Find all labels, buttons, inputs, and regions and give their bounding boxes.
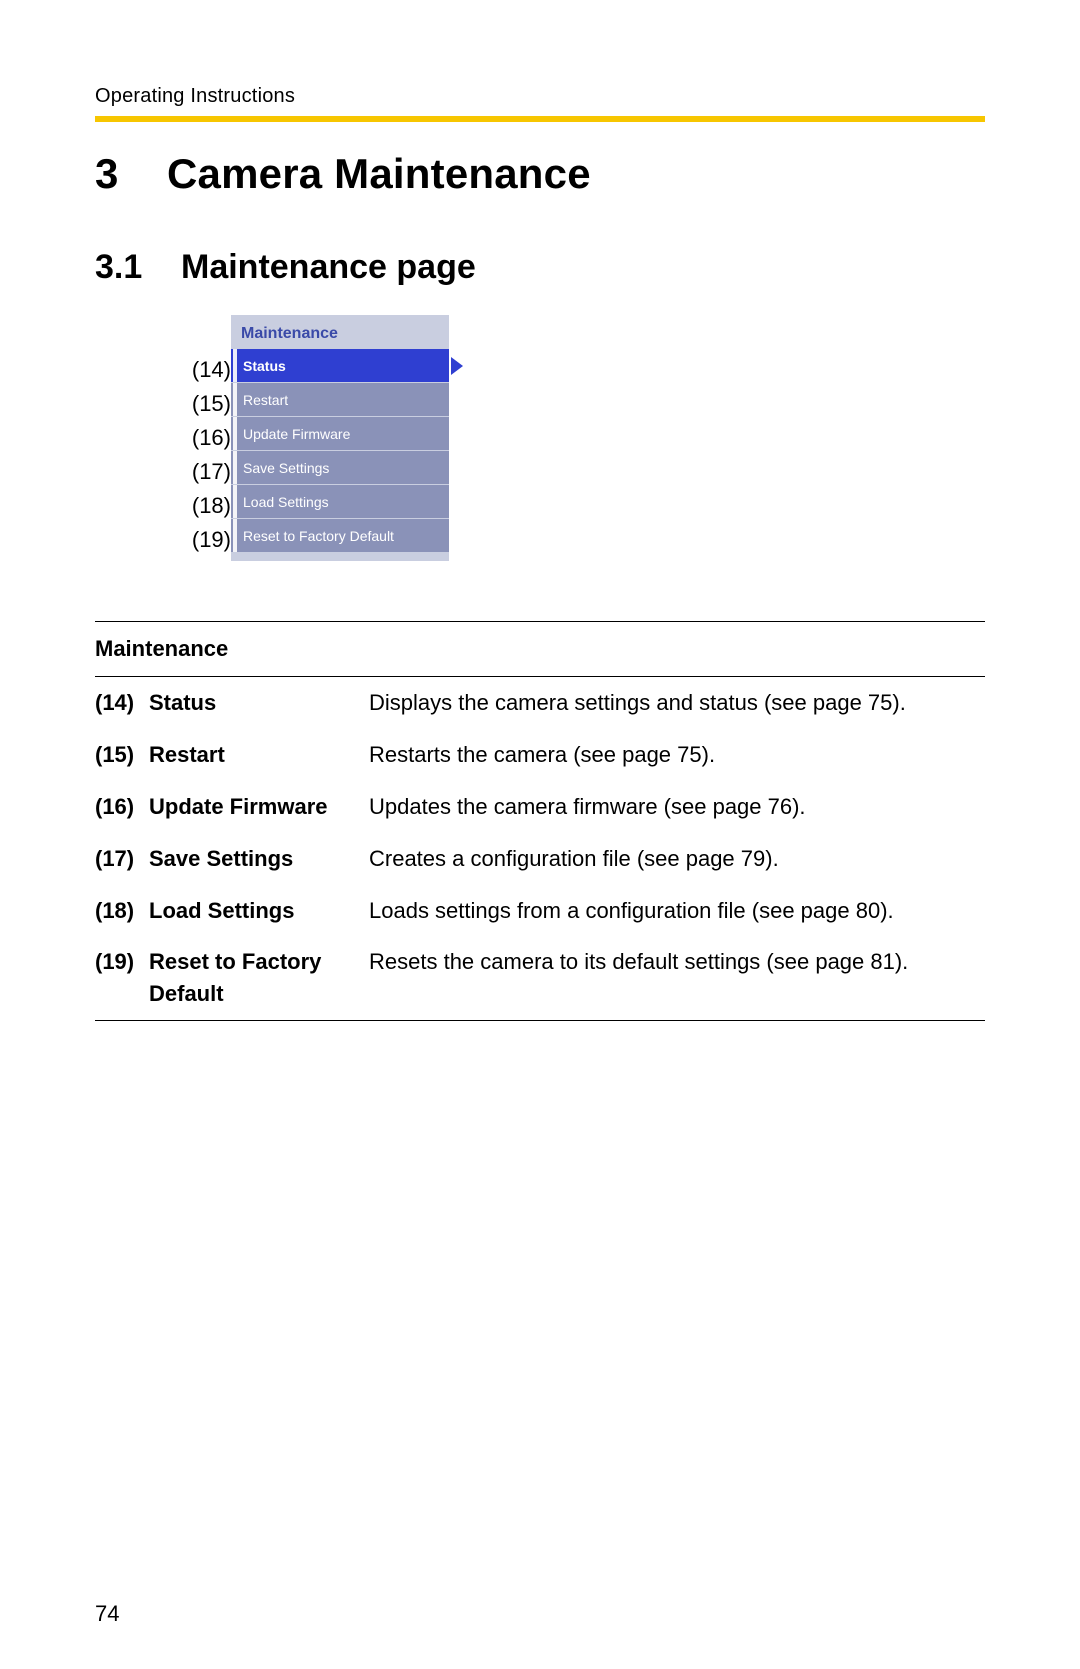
running-head: Operating Instructions: [95, 85, 985, 108]
callout-18: (18): [181, 489, 231, 523]
menu-item-marker: [233, 485, 237, 518]
page-number: 74: [95, 1601, 119, 1627]
menu-item-status[interactable]: Status: [231, 349, 449, 383]
callout-19: (19): [181, 523, 231, 557]
table-row: (14) Status Displays the camera settings…: [95, 677, 985, 729]
callout-16: (16): [181, 421, 231, 455]
row-desc: Creates a configuration file (see page 7…: [369, 843, 985, 875]
menu-item-label: Load Settings: [243, 494, 329, 510]
chapter-number: 3: [95, 150, 167, 198]
row-name: Load Settings: [149, 895, 369, 927]
chapter-heading: 3Camera Maintenance: [95, 150, 985, 198]
menu-panel: Maintenance Status Restart Update Firmwa…: [231, 315, 449, 561]
row-number: (19): [95, 946, 149, 1010]
row-desc: Displays the camera settings and status …: [369, 687, 985, 719]
row-desc: Updates the camera firmware (see page 76…: [369, 791, 985, 823]
section-title: Maintenance page: [181, 248, 476, 286]
row-name: Reset to Factory Default: [149, 946, 369, 1010]
manual-page: Operating Instructions 3Camera Maintenan…: [0, 0, 1080, 1669]
row-desc: Resets the camera to its default setting…: [369, 946, 985, 1010]
row-desc: Restarts the camera (see page 75).: [369, 739, 985, 771]
row-name: Save Settings: [149, 843, 369, 875]
menu-item-label: Status: [243, 358, 286, 374]
table-row: (15) Restart Restarts the camera (see pa…: [95, 729, 985, 781]
row-name: Restart: [149, 739, 369, 771]
row-number: (17): [95, 843, 149, 875]
callout-15: (15): [181, 387, 231, 421]
table-row: (18) Load Settings Loads settings from a…: [95, 885, 985, 937]
row-number: (16): [95, 791, 149, 823]
menu-item-marker: [233, 383, 237, 416]
section-heading: 3.1Maintenance page: [95, 248, 985, 287]
table-rule-bottom: [95, 1020, 985, 1021]
description-table: Maintenance (14) Status Displays the cam…: [95, 621, 985, 1021]
table-row: (16) Update Firmware Updates the camera …: [95, 781, 985, 833]
row-name: Update Firmware: [149, 791, 369, 823]
chapter-title: Camera Maintenance: [167, 150, 591, 197]
row-desc: Loads settings from a configuration file…: [369, 895, 985, 927]
row-number: (14): [95, 687, 149, 719]
menu-item-reset-factory[interactable]: Reset to Factory Default: [231, 519, 449, 553]
menu-item-restart[interactable]: Restart: [231, 383, 449, 417]
menu-item-marker: [233, 417, 237, 450]
row-name: Status: [149, 687, 369, 719]
row-number: (15): [95, 739, 149, 771]
section-number: 3.1: [95, 248, 181, 287]
table-heading: Maintenance: [95, 622, 985, 676]
screenshot-figure: (14) (15) (16) (17) (18) (19) Maintenanc…: [181, 315, 985, 561]
table-row: (17) Save Settings Creates a configurati…: [95, 833, 985, 885]
menu-item-marker: [233, 451, 237, 484]
menu-item-label: Reset to Factory Default: [243, 528, 394, 544]
menu-item-label: Update Firmware: [243, 426, 350, 442]
menu-item-marker: [233, 349, 237, 382]
active-arrow-icon: [451, 357, 463, 375]
callout-14: (14): [181, 353, 231, 387]
menu-item-marker: [233, 519, 237, 552]
menu-item-update-firmware[interactable]: Update Firmware: [231, 417, 449, 451]
callout-17: (17): [181, 455, 231, 489]
menu-item-label: Save Settings: [243, 460, 329, 476]
menu-heading: Maintenance: [231, 315, 449, 349]
menu-item-save-settings[interactable]: Save Settings: [231, 451, 449, 485]
menu-item-label: Restart: [243, 392, 288, 408]
table-row: (19) Reset to Factory Default Resets the…: [95, 936, 985, 1020]
header-rule: [95, 116, 985, 122]
callout-column: (14) (15) (16) (17) (18) (19): [181, 315, 231, 557]
row-number: (18): [95, 895, 149, 927]
menu-item-load-settings[interactable]: Load Settings: [231, 485, 449, 519]
